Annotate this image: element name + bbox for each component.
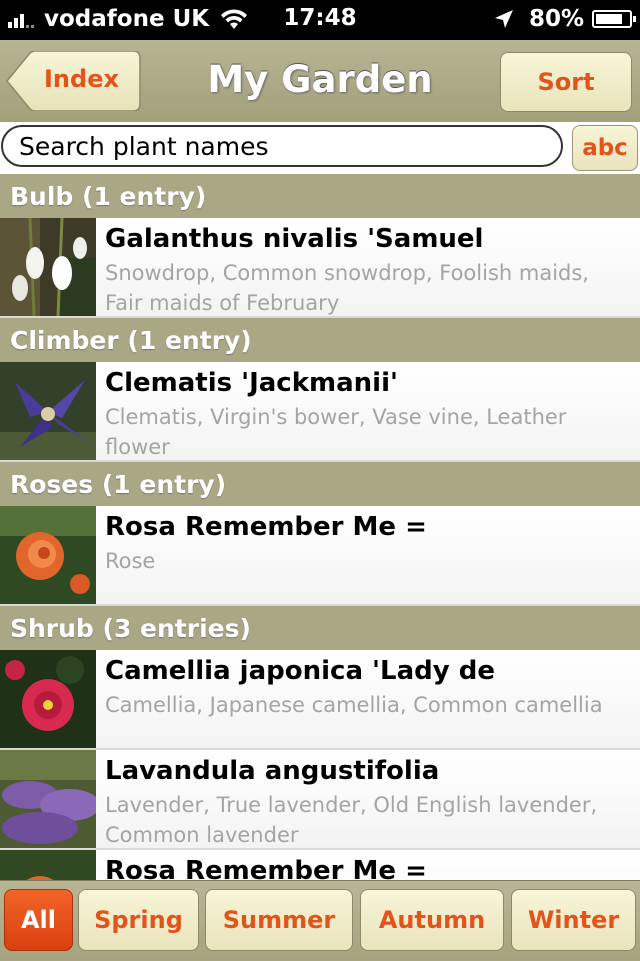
search-bar: abc	[0, 122, 640, 174]
battery-percent: 80%	[528, 6, 584, 32]
plant-thumbnail	[0, 218, 96, 316]
plant-thumbnail	[0, 650, 96, 748]
list-item[interactable]: Rosa Remember Me =	[0, 850, 640, 880]
plant-name: Lavandula angustifolia	[105, 756, 440, 786]
navigation-bar: Index My Garden Sort	[0, 40, 640, 123]
plant-name: Rosa Remember Me =	[105, 856, 427, 880]
battery-icon	[592, 10, 636, 28]
filter-autumn-button[interactable]: Autumn	[360, 889, 504, 951]
plant-common-names: Lavender, True lavender, Old English lav…	[105, 793, 598, 847]
list-item[interactable]: Clematis 'Jackmanii' Clematis, Virgin's …	[0, 362, 640, 462]
plant-name: Clematis 'Jackmanii'	[105, 368, 398, 398]
plant-common-names: Snowdrop, Common snowdrop, Foolish maids…	[105, 261, 589, 315]
plant-name: Rosa Remember Me =	[105, 512, 427, 542]
list-item[interactable]: Lavandula angustifolia Lavender, True la…	[0, 750, 640, 850]
plant-common-names: Clematis, Virgin's bower, Vase vine, Lea…	[105, 405, 567, 459]
plant-thumbnail	[0, 750, 96, 848]
abc-keyboard-button[interactable]: abc	[572, 125, 638, 171]
location-arrow-icon	[494, 10, 513, 28]
filter-summer-button[interactable]: Summer	[205, 889, 353, 951]
season-filter-bar: All Spring Summer Autumn Winter	[0, 880, 640, 961]
plant-thumbnail	[0, 362, 96, 460]
plant-common-names: Rose	[105, 549, 156, 573]
status-right: 80%	[493, 6, 636, 32]
plant-thumbnail	[0, 850, 96, 880]
plant-thumbnail	[0, 506, 96, 604]
section-header-shrub: Shrub (3 entries)	[0, 606, 640, 650]
section-header-roses: Roses (1 entry)	[0, 462, 640, 506]
status-bar: vodafone UK 17:48 80%	[0, 0, 640, 40]
plant-name: Camellia japonica 'Lady de	[105, 656, 495, 686]
list-item[interactable]: Camellia japonica 'Lady de Camellia, Jap…	[0, 650, 640, 750]
section-header-climber: Climber (1 entry)	[0, 318, 640, 362]
filter-spring-button[interactable]: Spring	[78, 889, 199, 951]
plant-name: Galanthus nivalis 'Samuel	[105, 224, 484, 254]
plant-common-names: Camellia, Japanese camellia, Common came…	[105, 693, 603, 717]
list-item[interactable]: Galanthus nivalis 'Samuel Snowdrop, Comm…	[0, 218, 640, 318]
search-input[interactable]	[1, 125, 563, 167]
filter-winter-button[interactable]: Winter	[511, 889, 636, 951]
sort-button[interactable]: Sort	[500, 52, 632, 112]
list-item[interactable]: Rosa Remember Me = Rose	[0, 506, 640, 606]
plant-list[interactable]: Bulb (1 entry) Galanthus nivalis 'Samuel…	[0, 174, 640, 880]
filter-all-button[interactable]: All	[4, 889, 73, 951]
section-header-bulb: Bulb (1 entry)	[0, 174, 640, 218]
